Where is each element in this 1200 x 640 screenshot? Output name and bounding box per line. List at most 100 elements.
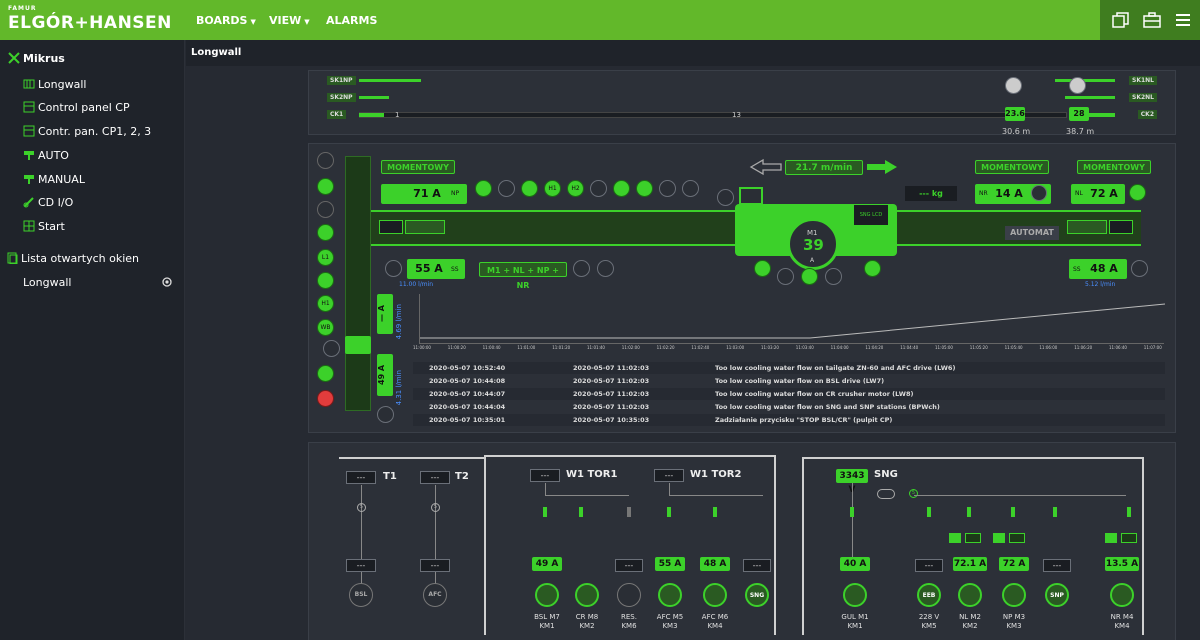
right-sprocket-icon — [1109, 220, 1133, 234]
motor-bsl-off[interactable]: BSL — [349, 583, 373, 607]
motor-sng[interactable]: SNG — [745, 583, 769, 607]
wash-icon[interactable] — [317, 272, 334, 289]
fan-circle-icon[interactable] — [521, 180, 538, 197]
event-end: 2020-05-07 11:02:03 — [573, 390, 650, 398]
motor-res[interactable] — [617, 583, 641, 607]
motor-nr-m4[interactable] — [1110, 583, 1134, 607]
top-bar: FAMUR ELGÓR+HANSEN BOARDS ▼ VIEW ▼ ALARMS — [0, 0, 1200, 40]
toolbox-icon[interactable] — [1143, 11, 1161, 29]
electrical-panel: --- T1 --- T2 --- W1 TOR1 --- W1 TOR2 33… — [308, 442, 1176, 640]
spinner-icon[interactable] — [590, 180, 607, 197]
motor-afc-m6[interactable] — [703, 583, 727, 607]
side-l1-button[interactable]: L1 — [317, 249, 334, 266]
side-wb-button[interactable]: WB — [317, 319, 334, 336]
sidebar-item-contr-pan[interactable]: Contr. pan. CP1, 2, 3 — [23, 125, 151, 138]
wrench-icon[interactable] — [317, 152, 334, 169]
chart-tick: 11:00:20 — [447, 345, 466, 350]
motor-gul-m1[interactable] — [843, 583, 867, 607]
close-circle-icon[interactable] — [162, 277, 172, 287]
momentowy-right2-button[interactable]: MOMENTOWY — [1077, 160, 1151, 174]
event-start: 2020-05-07 10:44:07 — [429, 390, 506, 398]
arrow-left-small-icon[interactable] — [777, 268, 794, 285]
switch-eeb[interactable] — [927, 507, 931, 517]
motor-snp[interactable]: SNP — [1045, 583, 1069, 607]
shearer-down-icon[interactable] — [801, 268, 818, 285]
nl-current: 72.1 A — [953, 557, 987, 571]
nr-current: 13.5 A — [1105, 557, 1139, 571]
fan-icon[interactable] — [317, 224, 334, 241]
chart-tick: 11:00:00 — [413, 345, 431, 350]
alarm-vehicle-icon[interactable] — [317, 390, 334, 407]
panel-icon — [23, 125, 35, 137]
sidebar-item-control-panel[interactable]: Control panel CP — [23, 101, 130, 114]
arrow-left-icon — [749, 158, 782, 176]
motor-afc-off[interactable]: AFC — [423, 583, 447, 607]
wrench-circle-icon[interactable] — [498, 180, 515, 197]
menu-icon[interactable] — [1174, 11, 1192, 29]
turtle-circle-icon[interactable] — [659, 180, 676, 197]
side-h1-button[interactable]: H1 — [317, 295, 334, 312]
nav-view[interactable]: VIEW ▼ — [269, 14, 310, 27]
icon-h1-button[interactable]: H1 — [544, 180, 561, 197]
icon-h2-button[interactable]: H2 — [567, 180, 584, 197]
switch-res[interactable] — [627, 507, 631, 517]
rabbit-circle-icon[interactable] — [682, 180, 699, 197]
motor-nl-m2[interactable] — [958, 583, 982, 607]
motor-afc-m5[interactable] — [658, 583, 682, 607]
switch-bsl[interactable] — [543, 507, 547, 517]
hand-icon[interactable] — [597, 260, 614, 277]
left-power-icon[interactable] — [385, 260, 402, 277]
turtle-icon[interactable] — [317, 201, 334, 218]
shearer-power-button[interactable] — [739, 187, 763, 205]
sidebar-item-start[interactable]: Start — [23, 220, 65, 233]
open-window-longwall[interactable]: Longwall — [23, 276, 71, 289]
pos-right-value: 28 — [1069, 107, 1089, 121]
gul-current: 40 A — [840, 557, 870, 571]
switch-gul[interactable] — [850, 507, 854, 517]
nav-boards[interactable]: BOARDS ▼ — [196, 14, 256, 27]
nav-alarms[interactable]: ALARMS — [326, 14, 377, 27]
lamp-icon[interactable] — [636, 180, 653, 197]
left-chain-icon — [405, 220, 445, 234]
switch-cr[interactable] — [579, 507, 583, 517]
right-power-icon[interactable] — [1131, 260, 1148, 277]
switch-np[interactable] — [1011, 507, 1015, 517]
motor-cr-m8[interactable] — [575, 583, 599, 607]
afc6-current: 48 A — [700, 557, 730, 571]
sidebar-item-cd-io[interactable]: CD I/O — [23, 196, 73, 209]
momentowy-right1-button[interactable]: MOMENTOWY — [975, 160, 1049, 174]
switch-afc5[interactable] — [667, 507, 671, 517]
label-ck2: CK2 — [1137, 110, 1157, 119]
shower-left-icon — [754, 260, 771, 277]
motor-bsl-m7[interactable] — [535, 583, 559, 607]
chart-tick: 11:01:00 — [517, 345, 536, 350]
shearer-status-icon[interactable] — [317, 178, 334, 195]
switch-snp[interactable] — [1053, 507, 1057, 517]
windows-icon[interactable] — [1112, 11, 1130, 29]
bus-line-6 — [802, 457, 1142, 459]
label-gul-m1: GUL M1 KM1 — [841, 613, 869, 630]
power-icon[interactable] — [323, 340, 340, 357]
cooling-icon[interactable] — [825, 268, 842, 285]
sidebar-root-mikrus[interactable]: Mikrus — [8, 52, 65, 65]
sidebar-item-manual[interactable]: MANUAL — [23, 173, 85, 186]
sidebar-item-longwall[interactable]: Longwall — [23, 78, 86, 91]
motor-np-m3[interactable] — [1002, 583, 1026, 607]
momentowy-left-button[interactable]: MOMENTOWY — [381, 160, 455, 174]
fan-right-icon[interactable] — [1129, 184, 1146, 201]
power-icon-2[interactable] — [377, 406, 394, 423]
motor-eeb[interactable]: EEB — [917, 583, 941, 607]
left-lower-current: 55 A — [411, 262, 447, 276]
sng-fuse-icon: 5 — [909, 489, 918, 498]
sidebar-item-auto[interactable]: AUTO — [23, 149, 69, 162]
switch-afc6[interactable] — [713, 507, 717, 517]
label-ck1: CK1 — [327, 110, 347, 119]
play-icon[interactable] — [717, 189, 734, 206]
check-circle-icon[interactable] — [475, 180, 492, 197]
switch-nl[interactable] — [967, 507, 971, 517]
trend-line — [420, 303, 1165, 339]
switch-nr[interactable] — [1127, 507, 1131, 517]
person-icon[interactable] — [573, 260, 590, 277]
check-icon[interactable] — [317, 365, 334, 382]
shower-icon[interactable] — [613, 180, 630, 197]
